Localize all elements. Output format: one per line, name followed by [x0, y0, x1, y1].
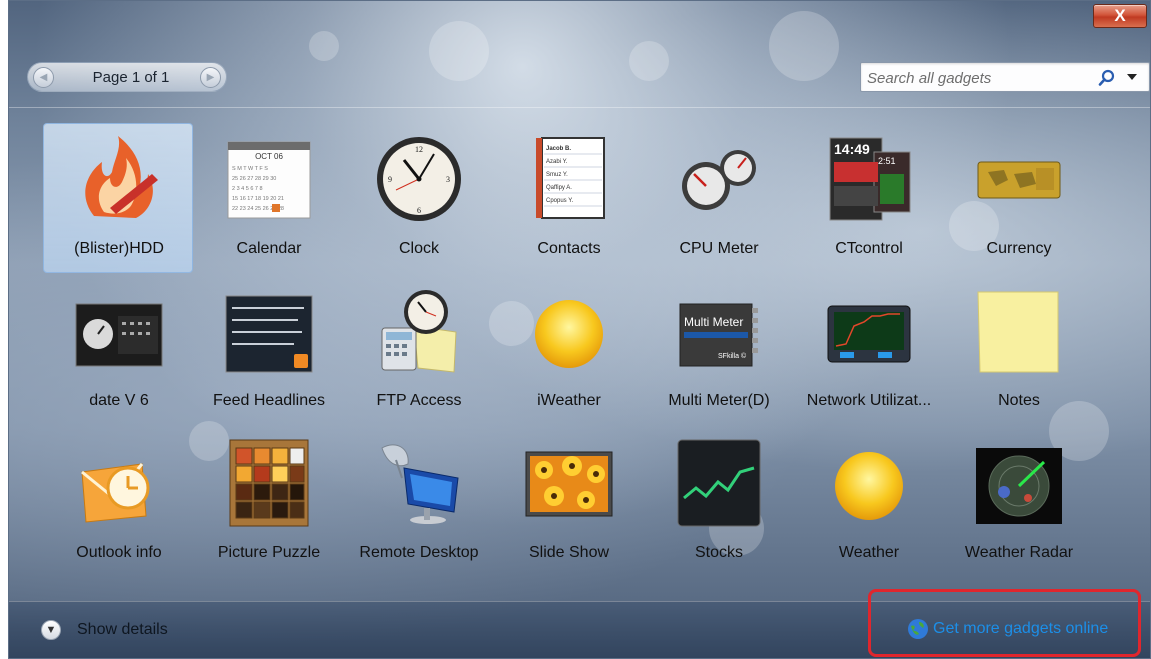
chevron-right-icon[interactable]: ▶ [200, 67, 221, 88]
gadget-clock[interactable]: 12 3 6 9 Clock [343, 123, 493, 273]
gadget-iweather[interactable]: iWeather [493, 275, 643, 425]
gadget-label: (Blister)HDD [74, 240, 164, 257]
gadget-feed-headlines[interactable]: Feed Headlines [193, 275, 343, 425]
search-icon[interactable] [1097, 68, 1117, 88]
svg-text:12: 12 [415, 145, 423, 154]
gadget-label: CTcontrol [835, 240, 903, 257]
gadget-label: Stocks [694, 544, 743, 561]
gadget-blister-hdd[interactable]: (Blister)HDD [43, 123, 193, 273]
gadget-label: Slide Show [528, 544, 610, 561]
gadget-label: FTP Access [376, 392, 462, 409]
contacts-icon: Jacob B. Azabi Y. Smuz Y. Qaffipy A. Cpo… [536, 137, 605, 219]
multimeter-title: Multi Meter [684, 315, 743, 329]
dropdown-arrow-icon[interactable] [1127, 74, 1137, 80]
contact-name: Azabi Y. [546, 159, 568, 165]
gadget-picture-puzzle[interactable]: Picture Puzzle [193, 427, 343, 577]
contact-name: Smuz Y. [546, 172, 568, 178]
svg-text:2 3 4 5 6 7 8: 2 3 4 5 6 7 8 [232, 186, 263, 192]
chevron-left-icon[interactable]: ◀ [33, 67, 54, 88]
remote-desktop-icon [381, 444, 459, 524]
gadget-network-utilization[interactable]: Network Utilizat... [793, 275, 943, 425]
radar-icon [976, 448, 1062, 524]
gadget-multi-meter[interactable]: Multi Meter SFkilla © Multi Meter(D) [643, 275, 793, 425]
gadget-ftp-access[interactable]: FTP Access [343, 275, 493, 425]
date-icon [75, 303, 163, 367]
contact-name: Cpopus Y. [546, 198, 573, 204]
puzzle-icon [229, 439, 309, 527]
gadget-label: Clock [398, 240, 439, 257]
search-box [860, 62, 1150, 92]
gadget-label: Outlook info [76, 544, 162, 561]
svg-text:9: 9 [388, 175, 392, 184]
gadget-label: date V 6 [89, 392, 149, 409]
svg-text:S M T W T F S: S M T W T F S [232, 166, 268, 172]
gadget-label: Currency [986, 240, 1052, 257]
ftp-access-icon [381, 290, 457, 373]
ctcontrol-time: 14:49 [834, 141, 870, 157]
gadget-label: Weather [838, 544, 900, 561]
contact-name: Jacob B. [546, 146, 571, 152]
gadget-slide-show[interactable]: Slide Show [493, 427, 643, 577]
gadget-weather-radar[interactable]: Weather Radar [943, 427, 1093, 577]
notes-icon [977, 291, 1059, 373]
gadget-grid: (Blister)HDD OCT 06 S M T W T F S 25 26 … [37, 121, 1149, 591]
calendar-icon: OCT 06 S M T W T F S 25 26 27 28 29 30 2… [227, 141, 311, 219]
gadget-gallery-window: X ◀ Page 1 of 1 ▶ (Blister)HDD [8, 0, 1151, 659]
close-button[interactable]: X [1093, 4, 1147, 28]
gadget-label: Remote Desktop [359, 544, 479, 561]
gadget-notes[interactable]: Notes [943, 275, 1093, 425]
svg-text:3: 3 [446, 175, 450, 184]
gadget-remote-desktop[interactable]: Remote Desktop [343, 427, 493, 577]
currency-icon [977, 161, 1061, 199]
gadget-outlook-info[interactable]: Outlook info [43, 427, 193, 577]
gadget-stocks[interactable]: Stocks [643, 427, 793, 577]
multi-meter-icon: Multi Meter SFkilla © [679, 303, 758, 367]
feed-headlines-icon [225, 295, 313, 373]
calendar-month: OCT 06 [255, 152, 283, 161]
highlight-annotation [868, 589, 1141, 657]
gadget-date-v6[interactable]: date V 6 [43, 275, 193, 425]
stocks-icon [677, 439, 761, 527]
gadget-label: Contacts [537, 240, 601, 257]
clock-icon: 12 3 6 9 [377, 137, 461, 221]
gadget-calendar[interactable]: OCT 06 S M T W T F S 25 26 27 28 29 30 2… [193, 123, 343, 273]
chevron-down-icon[interactable]: ▼ [41, 620, 61, 640]
sun-icon [535, 300, 603, 368]
slide-show-icon [525, 451, 613, 517]
ctcontrol-time-side: 2:51 [878, 156, 896, 166]
show-details-label: Show details [77, 621, 168, 638]
network-icon [827, 305, 911, 363]
svg-text:25 26 27 28 29 30: 25 26 27 28 29 30 [232, 176, 276, 182]
gadget-label: Picture Puzzle [217, 544, 321, 561]
search-input[interactable] [867, 68, 1089, 88]
contact-name: Qaffipy A. [546, 185, 572, 191]
gadget-label: Feed Headlines [212, 392, 326, 409]
gadget-cpu-meter[interactable]: CPU Meter [643, 123, 793, 273]
gadget-label: Network Utilizat... [806, 392, 932, 409]
page-navigator: ◀ Page 1 of 1 ▶ [27, 62, 227, 92]
gadget-label: Notes [998, 392, 1040, 409]
gadget-label: Weather Radar [964, 544, 1074, 561]
multimeter-footer: SFkilla © [718, 352, 747, 360]
page-indicator: Page 1 of 1 [92, 69, 170, 86]
gadget-label: Multi Meter(D) [668, 392, 770, 409]
gadget-currency[interactable]: Currency [943, 123, 1093, 273]
gadget-ctcontrol[interactable]: 14:49 2:51 CTcontrol [793, 123, 943, 273]
gadget-label: Calendar [236, 240, 302, 257]
cpu-meter-icon [682, 150, 756, 210]
gadget-weather[interactable]: Weather [793, 427, 943, 577]
ctcontrol-icon: 14:49 2:51 [829, 137, 911, 221]
gadget-label: CPU Meter [679, 240, 759, 257]
outlook-icon [81, 463, 150, 523]
sun-icon [835, 452, 903, 520]
flame-hdd-icon [85, 136, 158, 218]
toolbar-divider [9, 107, 1150, 108]
gadget-contacts[interactable]: Jacob B. Azabi Y. Smuz Y. Qaffipy A. Cpo… [493, 123, 643, 273]
svg-text:6: 6 [417, 206, 421, 215]
gadget-label: iWeather [537, 392, 601, 409]
svg-text:15 16 17 18 19 20 21: 15 16 17 18 19 20 21 [232, 196, 284, 202]
